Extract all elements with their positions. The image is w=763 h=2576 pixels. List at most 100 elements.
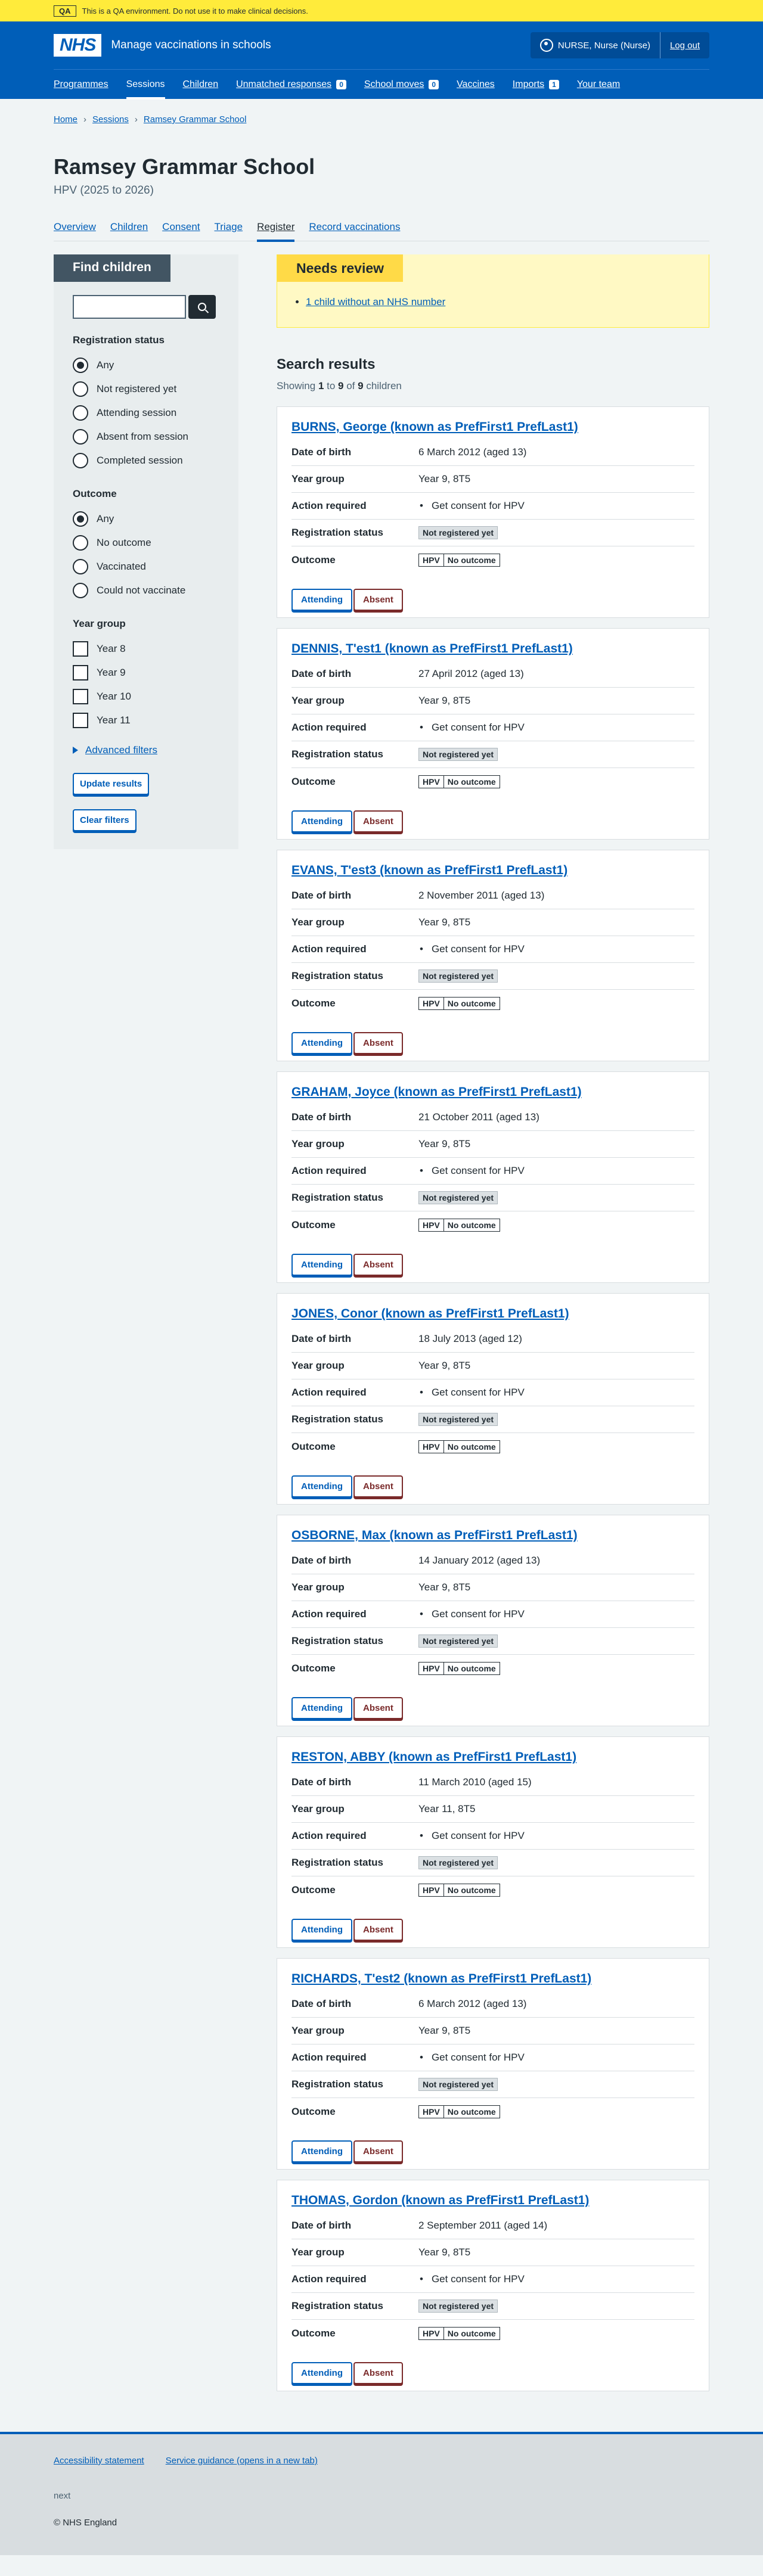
date-of-birth-value: 2 September 2011 (aged 14) [418, 2220, 694, 2232]
breadcrumb-home[interactable]: Home [54, 114, 77, 125]
date-of-birth-row: Date of birth 2 September 2011 (aged 14) [291, 2213, 694, 2239]
absent-button[interactable]: Absent [353, 1919, 403, 1941]
attending-button[interactable]: Attending [291, 810, 352, 832]
absent-button[interactable]: Absent [353, 1475, 403, 1497]
child-name-link[interactable]: JONES, Conor (known as PrefFirst1 PrefLa… [291, 1307, 694, 1321]
registration-status-option-attending-session[interactable]: Attending session [73, 401, 219, 425]
child-name-link[interactable]: THOMAS, Gordon (known as PrefFirst1 Pref… [291, 2193, 694, 2208]
tab-triage[interactable]: Triage [215, 221, 243, 241]
outcome-option-any[interactable]: Any [73, 507, 219, 531]
service-guidance-link[interactable]: Service guidance (opens in a new tab) [166, 2456, 318, 2466]
registration-status-tag: Not registered yet [418, 526, 498, 539]
nhs-logo[interactable]: NHS [54, 34, 102, 57]
absent-button[interactable]: Absent [353, 2140, 403, 2162]
absent-button[interactable]: Absent [353, 1032, 403, 1054]
absent-button[interactable]: Absent [353, 810, 403, 832]
absent-button[interactable]: Absent [353, 2362, 403, 2384]
nav-sessions[interactable]: Sessions [126, 70, 165, 100]
year-group-option-year-10[interactable]: Year 10 [73, 685, 219, 709]
absent-button[interactable]: Absent [353, 1697, 403, 1719]
registration-status-tag: Not registered yet [418, 2300, 498, 2313]
attending-button[interactable]: Attending [291, 2362, 352, 2384]
nav-imports[interactable]: Imports 1 [513, 70, 559, 100]
clear-filters-button[interactable]: Clear filters [73, 809, 137, 831]
registration-status-option-completed-session[interactable]: Completed session [73, 449, 219, 473]
attending-button[interactable]: Attending [291, 1697, 352, 1719]
advanced-filters-toggle[interactable]: Advanced filters [73, 744, 219, 756]
action-required-label: Action required [291, 500, 367, 511]
service-name[interactable]: Manage vaccinations in schools [111, 39, 271, 52]
outcome-option-could-not-vaccinate[interactable]: Could not vaccinate [73, 579, 219, 602]
advanced-filters-link[interactable]: Advanced filters [85, 744, 157, 756]
child-name-link[interactable]: RESTON, ABBY (known as PrefFirst1 PrefLa… [291, 1750, 694, 1764]
radio-button[interactable] [73, 535, 88, 551]
registration-status-option-any[interactable]: Any [73, 353, 219, 377]
accessibility-statement-link[interactable]: Accessibility statement [54, 2456, 144, 2466]
outcome-option-vaccinated[interactable]: Vaccinated [73, 555, 219, 579]
radio-button[interactable] [73, 429, 88, 445]
needs-review-link[interactable]: 1 child without an NHS number [306, 296, 445, 307]
secondary-nav: Overview Children Consent Triage Registe… [54, 221, 709, 242]
checkbox[interactable] [73, 713, 88, 728]
attending-button[interactable]: Attending [291, 1032, 352, 1054]
child-name-link[interactable]: EVANS, T'est3 (known as PrefFirst1 PrefL… [291, 863, 694, 878]
radio-button[interactable] [73, 358, 88, 373]
registration-status-value: Not registered yet [418, 2300, 694, 2313]
checkbox[interactable] [73, 689, 88, 704]
logout-link[interactable]: Log out [670, 41, 700, 51]
radio-button[interactable] [73, 381, 88, 397]
radio-button[interactable] [73, 559, 88, 574]
registration-status-tag: Not registered yet [418, 1635, 498, 1648]
attending-button[interactable]: Attending [291, 1475, 352, 1497]
checkbox[interactable] [73, 665, 88, 680]
child-name-link[interactable]: GRAHAM, Joyce (known as PrefFirst1 PrefL… [291, 1085, 694, 1099]
radio-button[interactable] [73, 453, 88, 468]
nav-your-team[interactable]: Your team [577, 70, 620, 100]
tab-register[interactable]: Register [257, 221, 295, 242]
radio-button[interactable] [73, 511, 88, 527]
brand[interactable]: NHS Manage vaccinations in schools [54, 34, 271, 57]
absent-button[interactable]: Absent [353, 589, 403, 611]
breadcrumb-sessions[interactable]: Sessions [92, 114, 129, 125]
year-group-option-year-8[interactable]: Year 8 [73, 637, 219, 661]
registration-status-legend: Registration status [73, 334, 165, 346]
outcome-programme: HPV [423, 555, 440, 565]
child-name-link[interactable]: RICHARDS, T'est2 (known as PrefFirst1 Pr… [291, 1972, 694, 1986]
nav-school-moves[interactable]: School moves 0 [364, 70, 439, 100]
attending-button[interactable]: Attending [291, 1254, 352, 1276]
register-actions: Attending Absent [291, 2140, 694, 2162]
tab-overview[interactable]: Overview [54, 221, 96, 241]
outcome-value: HPV No outcome [418, 775, 694, 788]
attending-button[interactable]: Attending [291, 589, 352, 611]
nav-vaccines[interactable]: Vaccines [457, 70, 495, 100]
results-to-word: to [324, 380, 339, 391]
tab-consent[interactable]: Consent [162, 221, 200, 241]
child-name-link[interactable]: BURNS, George (known as PrefFirst1 PrefL… [291, 420, 694, 434]
registration-status-option-not-registered-yet[interactable]: Not registered yet [73, 377, 219, 401]
radio-button[interactable] [73, 583, 88, 598]
outcome-row: Outcome HPV No outcome [291, 1211, 694, 1238]
update-results-button[interactable]: Update results [73, 773, 150, 795]
breadcrumb-school[interactable]: Ramsey Grammar School [144, 114, 247, 125]
nav-unmatched-responses[interactable]: Unmatched responses 0 [236, 70, 346, 100]
nav-children[interactable]: Children [183, 70, 219, 100]
year-group-option-year-9[interactable]: Year 9 [73, 661, 219, 685]
date-of-birth-text: 11 March 2010 (aged 15) [418, 1776, 532, 1788]
year-group-option-year-11[interactable]: Year 11 [73, 709, 219, 732]
tab-record-vaccinations[interactable]: Record vaccinations [309, 221, 400, 241]
child-name-link[interactable]: OSBORNE, Max (known as PrefFirst1 PrefLa… [291, 1528, 694, 1543]
tab-children[interactable]: Children [110, 221, 148, 241]
checkbox[interactable] [73, 641, 88, 657]
attending-button[interactable]: Attending [291, 1919, 352, 1941]
outcome-option-no-outcome[interactable]: No outcome [73, 531, 219, 555]
absent-button[interactable]: Absent [353, 1254, 403, 1276]
attending-button[interactable]: Attending [291, 2140, 352, 2162]
search-button[interactable] [188, 295, 216, 319]
outcome-tag: HPV No outcome [418, 2326, 500, 2340]
radio-button[interactable] [73, 405, 88, 421]
search-input[interactable] [73, 295, 186, 319]
date-of-birth-row: Date of birth 6 March 2012 (aged 13) [291, 1991, 694, 2018]
child-name-link[interactable]: DENNIS, T'est1 (known as PrefFirst1 Pref… [291, 642, 694, 656]
registration-status-option-absent-from-session[interactable]: Absent from session [73, 425, 219, 449]
nav-programmes[interactable]: Programmes [54, 70, 108, 100]
